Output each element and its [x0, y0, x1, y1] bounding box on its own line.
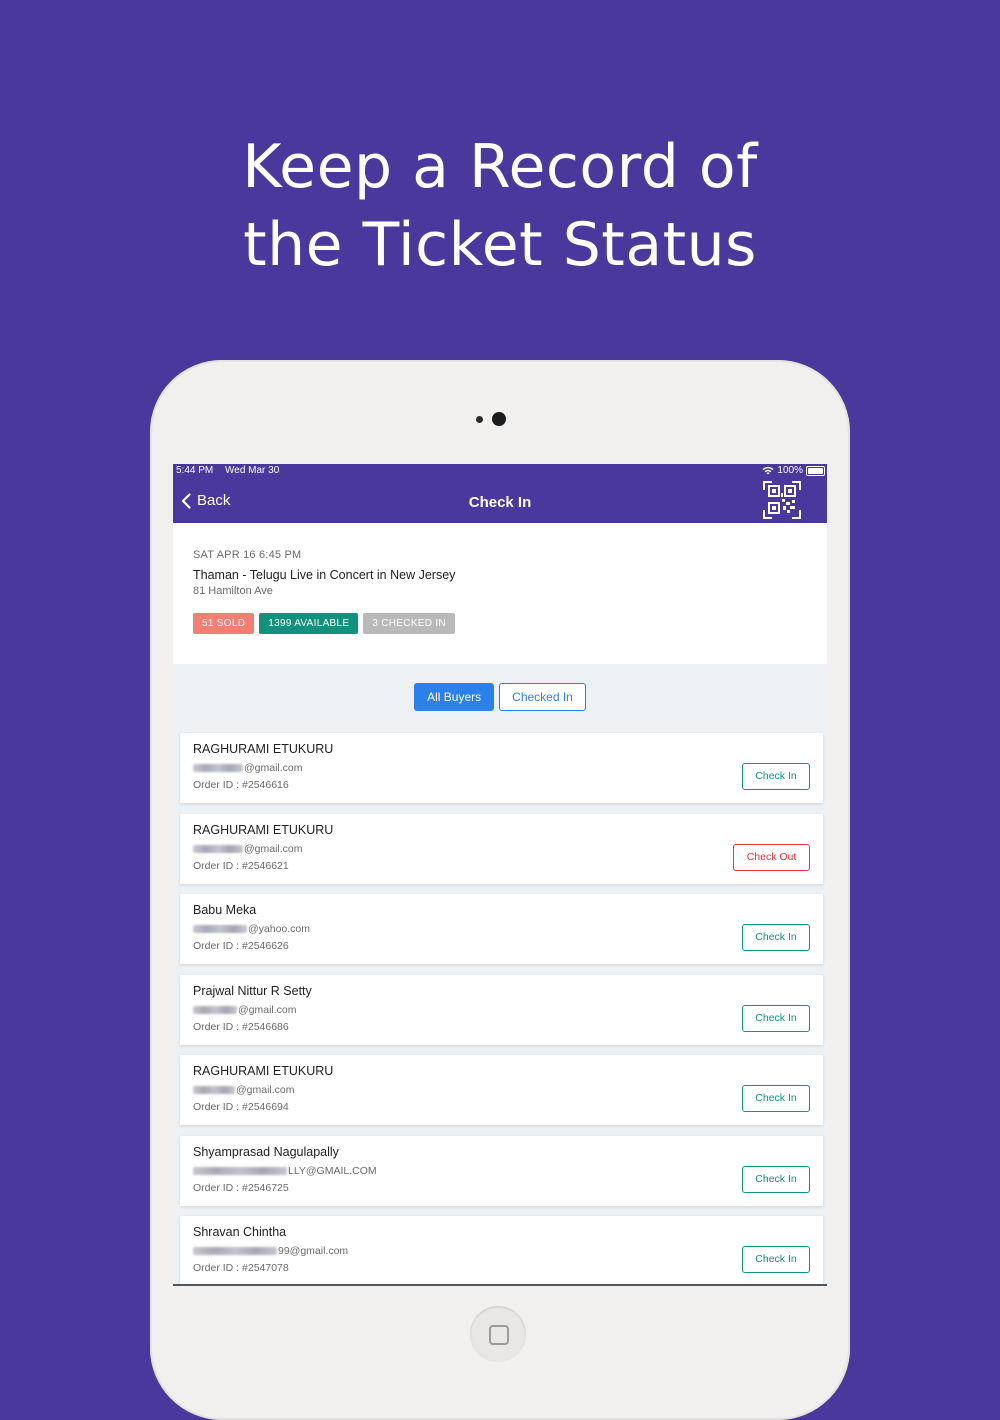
buyer-order-id: Order ID : #2546616: [193, 779, 289, 791]
buyer-row: Shravan Chintha 99@gmail.com Order ID : …: [180, 1216, 823, 1286]
home-button[interactable]: [470, 1306, 526, 1362]
buyer-order-id: Order ID : #2546694: [193, 1101, 289, 1113]
app-bar: 5:44 PM Wed Mar 30 100% Back Check In: [173, 464, 827, 523]
buyer-email: @yahoo.com: [193, 923, 310, 935]
qr-code-icon[interactable]: [763, 481, 801, 519]
status-time: 5:44 PM: [176, 465, 214, 476]
buyer-name: Babu Meka: [193, 903, 257, 917]
event-venue: 81 Hamilton Ave: [193, 585, 273, 597]
buyer-order-id: Order ID : #2546626: [193, 940, 289, 952]
buyer-email: @gmail.com: [193, 1084, 295, 1096]
buyer-row: RAGHURAMI ETUKURU @gmail.com Order ID : …: [180, 1055, 823, 1125]
buyer-email: @gmail.com: [193, 843, 303, 855]
redacted-email: [193, 1005, 237, 1014]
redacted-email: [193, 925, 247, 934]
app-screen: 5:44 PM Wed Mar 30 100% Back Check In SA…: [173, 464, 827, 1286]
redacted-email: [193, 1166, 287, 1175]
front-camera: [492, 412, 506, 426]
buyer-row: Shyamprasad Nagulapally LLY@GMAIL.COM Or…: [180, 1135, 823, 1206]
wifi-icon: [763, 466, 774, 475]
buyer-email: @gmail.com: [193, 1004, 297, 1016]
status-indicators: 100%: [762, 465, 825, 476]
buyer-name: Prajwal Nittur R Setty: [193, 983, 312, 998]
buyer-name: RAGHURAMI ETUKURU: [193, 1064, 334, 1078]
buyer-email: @gmail.com: [193, 762, 303, 774]
buyer-row: Prajwal Nittur R Setty @gmail.com Order …: [180, 974, 823, 1045]
sold-badge: 51 SOLD: [193, 613, 255, 634]
check-in-button[interactable]: Check In: [742, 1004, 810, 1032]
buyer-list: RAGHURAMI ETUKURU @gmail.com Order ID : …: [180, 733, 823, 1286]
headline-line-1: Keep a Record of: [242, 132, 758, 202]
buyer-row: Babu Meka @yahoo.com Order ID : #2546626…: [180, 894, 823, 964]
battery-icon: [806, 465, 825, 476]
redacted-email: [193, 764, 243, 773]
check-in-button[interactable]: Check In: [742, 763, 810, 790]
checked-in-badge: 3 CHECKED IN: [363, 613, 455, 634]
status-date: Wed Mar 30: [225, 465, 280, 476]
ticket-badges: 51 SOLD 1399 AVAILABLE 3 CHECKED IN: [193, 613, 455, 634]
sensor-dot: [476, 416, 483, 423]
buyer-order-id: Order ID : #2546621: [193, 859, 289, 872]
check-in-button[interactable]: Check In: [742, 1246, 810, 1273]
filter-tabs: All Buyers Checked In: [173, 683, 827, 711]
battery-percent: 100%: [777, 465, 803, 476]
page-title: Check In: [468, 494, 532, 511]
buyer-name: RAGHURAMI ETUKURU: [193, 822, 334, 837]
screen-bottom-edge: [173, 1284, 827, 1286]
check-in-button[interactable]: Check In: [742, 924, 810, 951]
redacted-email: [193, 844, 243, 853]
headline-line-2: the Ticket Status: [243, 210, 757, 280]
buyer-order-id: Order ID : #2547078: [193, 1262, 289, 1274]
check-in-button[interactable]: Check In: [742, 1165, 810, 1193]
event-card: SAT APR 16 6:45 PM Thaman - Telugu Live …: [173, 523, 827, 664]
buyer-name: Shravan Chintha: [193, 1225, 287, 1239]
tab-all-buyers[interactable]: All Buyers: [414, 683, 495, 711]
tab-checked-in[interactable]: Checked In: [499, 683, 586, 711]
buyer-order-id: Order ID : #2546725: [193, 1181, 289, 1194]
buyer-name: RAGHURAMI ETUKURU: [193, 742, 334, 756]
check-in-button[interactable]: Check In: [742, 1085, 810, 1112]
buyer-email: 99@gmail.com: [193, 1245, 348, 1257]
event-date: SAT APR 16 6:45 PM: [193, 549, 302, 561]
buyer-row: RAGHURAMI ETUKURU @gmail.com Order ID : …: [180, 733, 823, 803]
headline: Keep a Record of the Ticket Status: [0, 128, 1000, 284]
redacted-email: [193, 1247, 277, 1256]
buyer-email: LLY@GMAIL.COM: [193, 1165, 377, 1177]
redacted-email: [193, 1086, 235, 1095]
buyer-name: Shyamprasad Nagulapally: [193, 1144, 339, 1159]
check-out-button[interactable]: Check Out: [733, 843, 810, 871]
event-name: Thaman - Telugu Live in Concert in New J…: [193, 568, 456, 582]
available-badge: 1399 AVAILABLE: [259, 613, 359, 634]
buyer-order-id: Order ID : #2546686: [193, 1020, 289, 1033]
buyer-row: RAGHURAMI ETUKURU @gmail.com Order ID : …: [180, 813, 823, 884]
home-square-icon: [489, 1325, 509, 1345]
